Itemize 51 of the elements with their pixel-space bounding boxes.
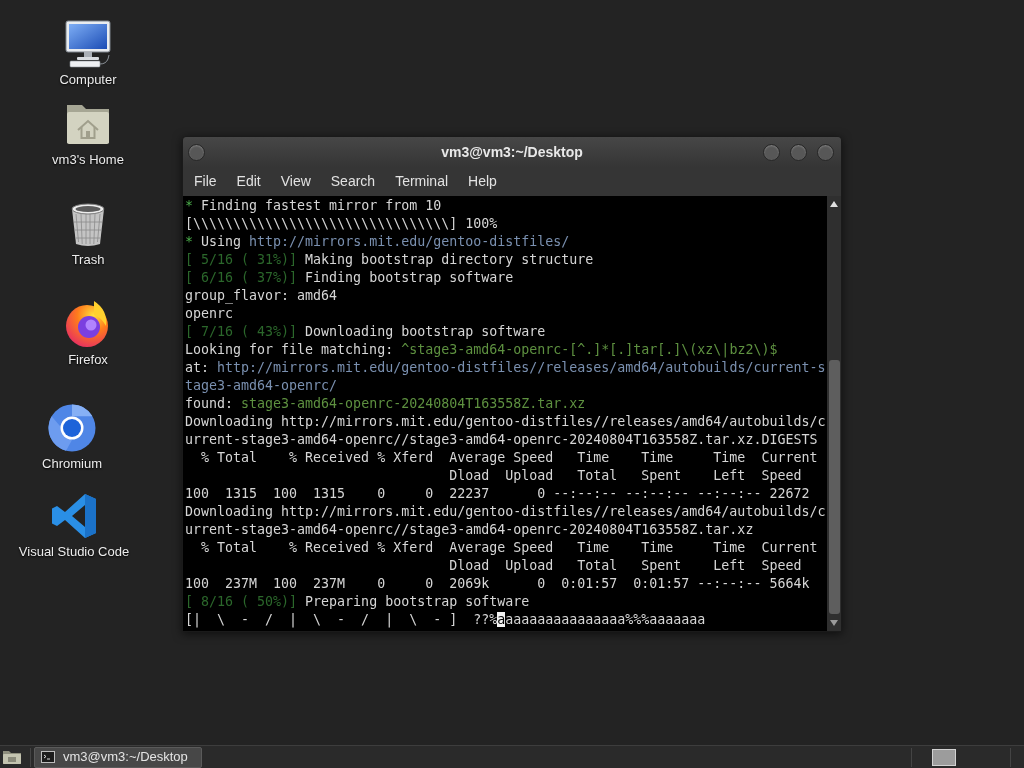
terminal-line: % Total % Received % Xferd Average Speed Time Time Time Current [200, 449, 818, 467]
terminal-line: [| \ - / | \ - / | \ - ] ??%aaaaaaaaaaaaaaaa%%%aaaaaaa [185, 611, 706, 629]
menu-item[interactable]: View [270, 169, 321, 194]
terminal-line: % Total % Received % Xferd Average Speed Time Time Time Current [200, 539, 818, 557]
terminal-line: * Using http://mirrors.mit.edu/gentoo-distfiles/ [185, 233, 570, 251]
terminal-line: found: stage3-amd64-openrc-20240804T163558Z.tar.xz [185, 395, 586, 413]
terminal-line: [ 6/16 ( 37%)] Finding bootstrap software [185, 269, 514, 287]
scroll-up-arrow-icon[interactable] [830, 201, 838, 207]
icon-label[interactable]: Trash [71, 252, 105, 268]
icon-label[interactable]: Visual Studio Code [18, 544, 130, 560]
terminal-line: Downloading http://mirrors.mit.edu/gentoo-distfiles//releases/amd64/autobuilds/c [185, 503, 826, 521]
terminal-line: [ 8/16 ( 50%)] Preparing bootstrap software [185, 593, 530, 611]
scrollbar-thumb[interactable] [828, 360, 840, 614]
terminal-icon [41, 751, 55, 763]
terminal-line: [ 7/16 ( 43%)] Downloading bootstrap software [185, 323, 546, 341]
window-title: vm3@vm3:~/Desktop [441, 142, 583, 162]
menu-item[interactable]: Help [458, 169, 507, 194]
folder-icon[interactable] [2, 749, 22, 765]
terminal-line: Downloading http://mirrors.mit.edu/gentoo-distfiles//releases/amd64/autobuilds/c [185, 413, 826, 431]
terminal-line: [ 5/16 ( 31%)] Making bootstrap directory structure [185, 251, 594, 269]
scroll-down-arrow-icon[interactable] [830, 620, 838, 626]
minimize-button[interactable] [763, 143, 780, 161]
maximize-button[interactable] [790, 143, 807, 161]
code-logo-icon[interactable] [50, 492, 98, 540]
terminal-line: openrc [185, 305, 234, 323]
icon-label[interactable]: Chromium [42, 456, 102, 472]
terminal-line: tage3-amd64-openrc/ [185, 377, 338, 395]
terminal-line: * Finding fastest mirror from 10 [185, 197, 442, 215]
icon-label[interactable]: Firefox [68, 352, 108, 368]
menu-item[interactable]: Edit [226, 169, 271, 194]
terminal-line: urrent-stage3-amd64-openrc//stage3-amd64-openrc-20240804T163558Z.tar.xz [185, 521, 754, 539]
window-menu-button[interactable] [188, 143, 205, 161]
icon-label[interactable]: vm3's Home [52, 152, 124, 168]
terminal-line: 100 237M 100 237M 0 0 2069k 0 0:01:57 0:01:57 --:--:-- 5664k [185, 575, 810, 593]
icon-label[interactable]: Computer [59, 72, 117, 88]
terminal-line: 100 1315 100 1315 0 0 22237 0 --:--:-- --:--:-- --:--:-- 22672 [185, 485, 810, 503]
terminal-line: Looking for file matching: ^stage3-amd64-openrc-[^.]*[.]tar[.]\(xz\|bz2\)$ [185, 341, 778, 359]
menu-item[interactable]: Search [320, 169, 386, 194]
terminal-line: [\\\\\\\\\\\\\\\\\\\\\\\\\\\\\\\\] 100% [185, 215, 498, 233]
terminal-line: at: http://mirrors.mit.edu/gentoo-distfiles//releases/amd64/autobuilds/current-s [185, 359, 826, 377]
terminal-line: group_flavor: amd64 [185, 287, 338, 305]
terminal-line: Dload Upload Total Spent Left Speed [448, 557, 802, 575]
ring-logo-icon[interactable] [48, 404, 96, 452]
terminal-line: Dload Upload Total Spent Left Speed [448, 467, 802, 485]
close-button[interactable] [817, 143, 834, 161]
terminal-line: urrent-stage3-amd64-openrc//stage3-amd64-openrc-20240804T163558Z.tar.xz.DIGESTS [185, 431, 818, 449]
menu-item[interactable]: Terminal [385, 169, 459, 194]
taskbar-button[interactable]: vm3@vm3:~/Desktop [34, 746, 202, 768]
monitor-icon[interactable] [64, 20, 112, 68]
workspace-icon[interactable] [932, 748, 956, 766]
menu-item[interactable]: File [184, 169, 227, 194]
